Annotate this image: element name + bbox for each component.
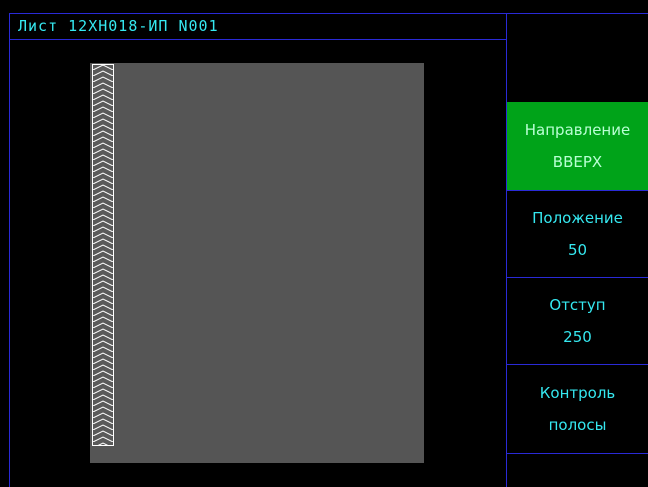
direction-value: ВВЕРХ [552, 153, 603, 171]
chevron-hatch-icon [92, 64, 114, 446]
panel-separator-4 [507, 453, 648, 454]
sheet-preview [90, 63, 424, 463]
position-button[interactable]: Положение 50 [507, 191, 648, 277]
left-border [9, 13, 10, 487]
app-window: Лист 12ХН018-ИП N001 Направление ВВЕРХ П… [0, 0, 648, 487]
strip-control-label-1: Контроль [539, 384, 616, 402]
offset-label: Отступ [549, 296, 606, 314]
window-title: Лист 12ХН018-ИП N001 [18, 17, 219, 35]
strip-control-button[interactable]: Контроль полосы [507, 365, 648, 453]
offset-value: 250 [563, 328, 592, 346]
offset-button[interactable]: Отступ 250 [507, 278, 648, 364]
position-label: Положение [532, 209, 623, 227]
position-value: 50 [567, 241, 588, 259]
strip-control-label-2: полосы [548, 416, 607, 434]
strip-marker [92, 64, 114, 446]
title-underline [9, 39, 506, 40]
direction-button[interactable]: Направление ВВЕРХ [507, 102, 648, 190]
direction-label: Направление [524, 121, 631, 139]
